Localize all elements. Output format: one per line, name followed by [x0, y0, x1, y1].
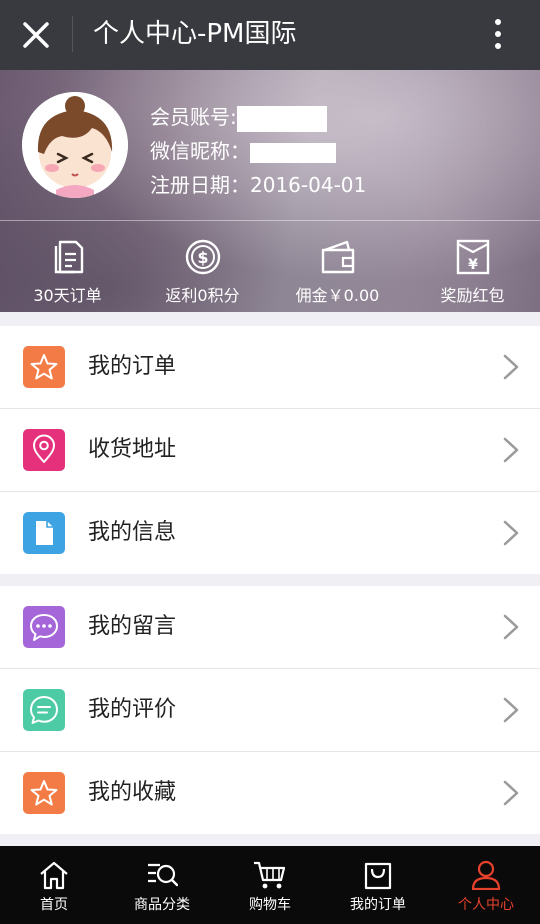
stat-redpacket[interactable]: ¥ 奖励红包: [405, 238, 540, 306]
document-icon: [54, 240, 83, 274]
cart-icon: [254, 861, 286, 889]
location-pin-icon: [23, 429, 65, 471]
menu-item-label: 我的评价: [88, 697, 177, 722]
menu-item-label: 收货地址: [88, 437, 177, 462]
register-label: 注册日期：: [150, 173, 250, 197]
menu-item-reviews[interactable]: 我的评价: [0, 669, 540, 752]
stat-label: 奖励红包: [440, 286, 505, 305]
tab-cart[interactable]: 购物车: [216, 846, 324, 924]
chevron-right-icon: [503, 437, 519, 463]
tab-categories[interactable]: 商品分类: [108, 846, 216, 924]
tab-label: 首页: [40, 897, 68, 913]
bottom-tab-bar: 首页 商品分类 购物车 我的订单 个人中心: [0, 846, 540, 924]
star-icon: [23, 346, 65, 388]
shopping-bag-icon: [364, 862, 392, 890]
stat-commission[interactable]: 佣金￥0.00: [270, 238, 405, 306]
menu-item-my-info[interactable]: 我的信息: [0, 492, 540, 574]
chevron-right-icon: [503, 780, 519, 806]
svg-text:¥: ¥: [468, 257, 478, 273]
menu-group-2: 我的留言 我的评价 我的收藏: [0, 586, 540, 834]
profile-info: 会员账号: 微信昵称： 注册日期：2016-04-01: [150, 100, 366, 202]
avatar[interactable]: [22, 92, 128, 198]
tab-label: 购物车: [249, 897, 291, 913]
menu-item-my-orders[interactable]: 我的订单: [0, 326, 540, 409]
account-row: 会员账号:: [150, 100, 366, 134]
chevron-right-icon: [503, 697, 519, 723]
tab-my-orders[interactable]: 我的订单: [324, 846, 432, 924]
title-divider: [72, 16, 73, 52]
menu-item-address[interactable]: 收货地址: [0, 409, 540, 492]
stat-orders[interactable]: 30天订单: [0, 238, 135, 306]
register-row: 注册日期：2016-04-01: [150, 168, 366, 202]
menu-item-label: 我的收藏: [88, 780, 177, 805]
wallet-icon: [321, 240, 354, 274]
chat-bubble-icon: [23, 606, 65, 648]
chevron-right-icon: [503, 354, 519, 380]
profile-header: 会员账号: 微信昵称： 注册日期：2016-04-01 30天订单 $ 返利0积…: [0, 70, 540, 312]
tab-label: 我的订单: [350, 897, 406, 913]
account-label: 会员账号:: [150, 105, 237, 129]
menu-item-label: 我的订单: [88, 354, 177, 379]
tab-home[interactable]: 首页: [0, 846, 108, 924]
comment-icon: [23, 689, 65, 731]
stat-points[interactable]: $ 返利0积分: [135, 238, 270, 306]
menu-item-label: 我的留言: [88, 614, 177, 639]
chevron-right-icon: [503, 520, 519, 546]
tab-label: 商品分类: [134, 897, 190, 913]
menu-item-favorites[interactable]: 我的收藏: [0, 752, 540, 834]
menu-group-1: 我的订单 收货地址 我的信息: [0, 326, 540, 574]
dollar-coin-icon: $: [185, 239, 220, 275]
nickname-label: 微信昵称：: [150, 139, 250, 163]
tab-profile[interactable]: 个人中心: [432, 846, 540, 924]
star-icon: [23, 772, 65, 814]
stat-label: 返利0积分: [165, 286, 240, 305]
home-icon: [40, 861, 68, 890]
file-icon: [23, 512, 65, 554]
title-bar: 个人中心-PM国际: [0, 0, 540, 70]
svg-text:$: $: [197, 248, 208, 267]
stat-label: 佣金￥0.00: [295, 286, 380, 305]
profile-divider: [0, 220, 540, 221]
nickname-redacted: [250, 142, 336, 163]
nickname-row: 微信昵称：: [150, 134, 366, 168]
tab-label: 个人中心: [458, 897, 514, 913]
menu-item-label: 我的信息: [88, 520, 177, 545]
close-icon[interactable]: [20, 19, 52, 51]
more-vertical-icon[interactable]: [482, 16, 514, 52]
red-envelope-icon: ¥: [456, 239, 489, 275]
menu-item-messages[interactable]: 我的留言: [0, 586, 540, 669]
chevron-right-icon: [503, 614, 519, 640]
stat-label: 30天订单: [33, 286, 102, 305]
user-icon: [471, 860, 501, 890]
category-search-icon: [148, 863, 178, 887]
account-redacted: [236, 105, 327, 132]
register-date: 2016-04-01: [250, 173, 367, 197]
page-title: 个人中心-PM国际: [93, 19, 297, 49]
